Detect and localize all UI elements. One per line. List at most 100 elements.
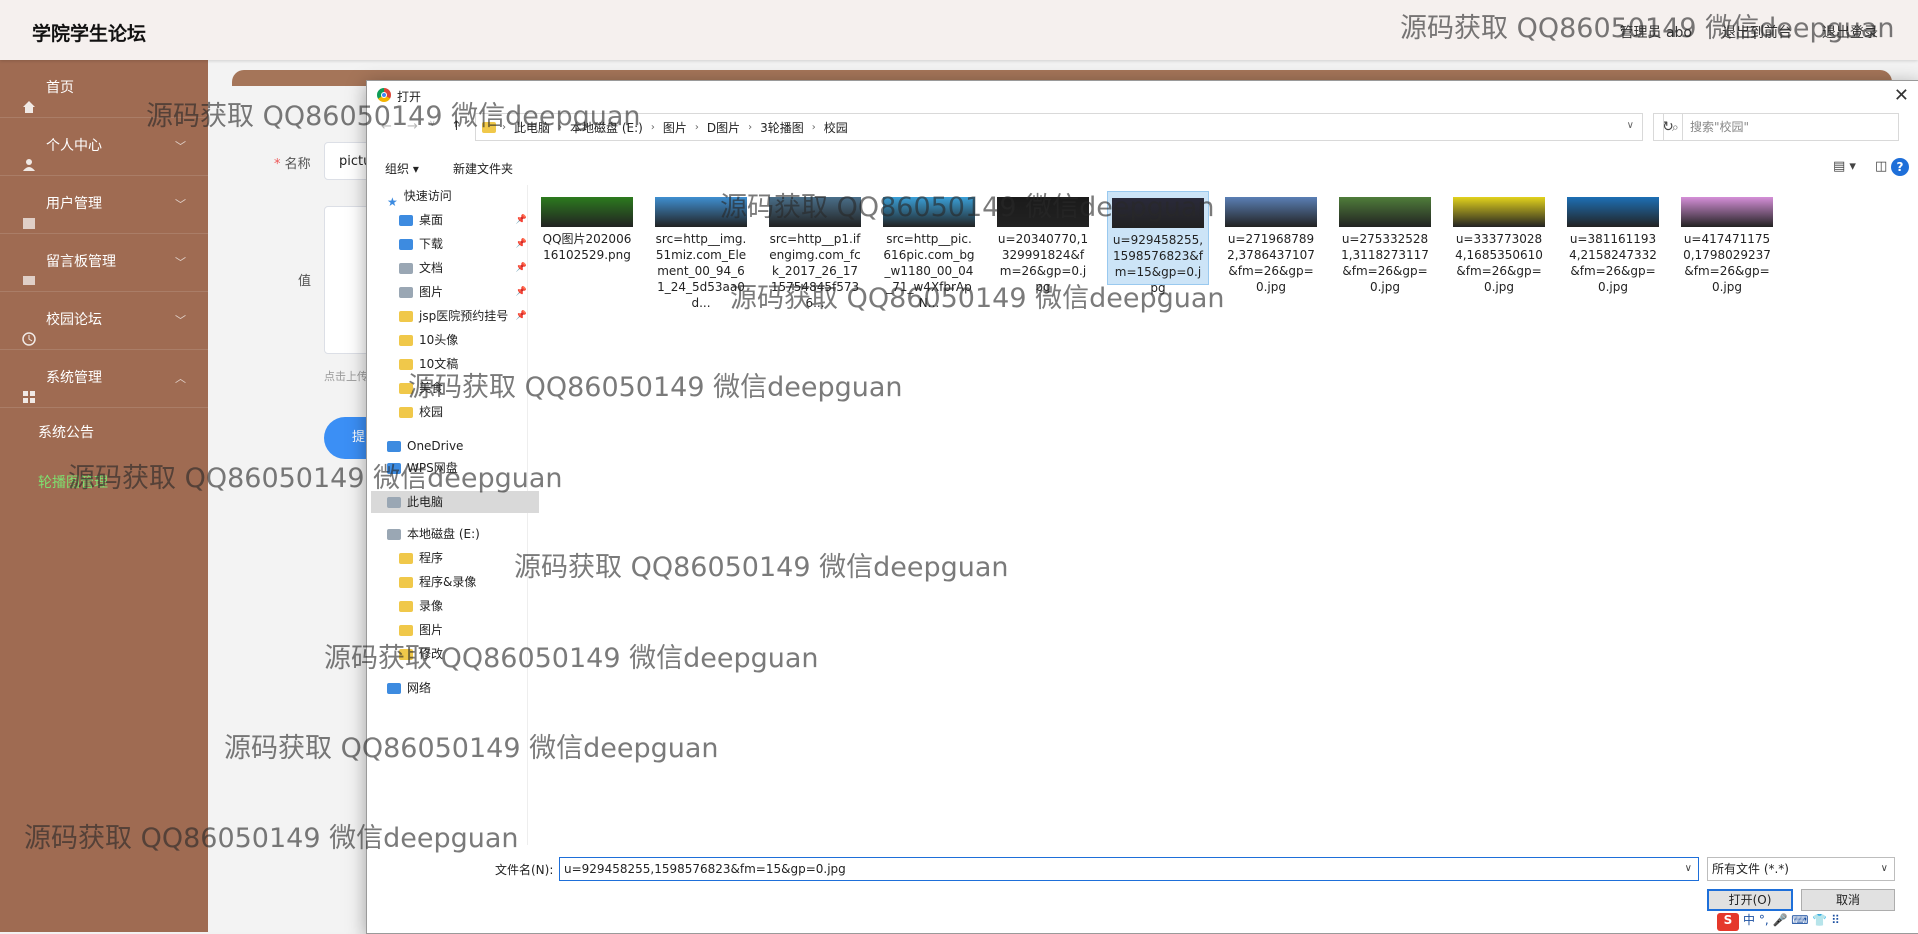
search-input[interactable]: ⌕ 搜索"校园" (1663, 113, 1899, 141)
app-title: 学院学生论坛 (32, 23, 147, 45)
forum-icon (22, 314, 36, 346)
folder-icon (399, 334, 413, 346)
breadcrumb-separator: › (748, 121, 753, 133)
sogou-icon: S (1717, 913, 1739, 931)
sidebar-subitem-announcements[interactable]: 系统公告 (0, 408, 208, 458)
tree-item-label: 程序 (419, 551, 444, 565)
folder-icon (387, 528, 401, 540)
file-item[interactable]: u=2719687892,3786437107&fm=26&gp=0.jpg (1221, 191, 1321, 295)
search-icon: ⌕ (1672, 120, 1679, 134)
folder-icon (399, 576, 413, 588)
home-icon (22, 82, 36, 113)
tree-item-label: 10头像 (419, 333, 459, 347)
tree-item[interactable]: 桌面 📌 (399, 209, 527, 231)
watermark: 源码获取 QQ86050149 微信deepguan (514, 552, 1009, 583)
file-item[interactable]: u=4174711750,1798029237&fm=26&gp=0.jpg (1677, 191, 1777, 295)
folder-icon (399, 238, 413, 250)
sidebar-item-system[interactable]: 系统管理 ︿ (0, 350, 208, 408)
organize-button[interactable]: 组织 ▾ (385, 160, 419, 177)
tree-item[interactable]: 文档 📌 (399, 257, 527, 279)
file-item[interactable]: u=3337730284,1685350610&fm=26&gp=0.jpg (1449, 191, 1549, 295)
chevron-down-icon[interactable]: ∨ (1627, 120, 1634, 131)
watermark: 源码获取 QQ86050149 微信deepguan (1400, 13, 1895, 44)
file-name: u=4174711750,1798029237&fm=26&gp=0.jpg (1683, 232, 1771, 294)
sidebar-item-label: 留言板管理 (46, 254, 116, 270)
file-item[interactable]: u=2753325281,3118273117&fm=26&gp=0.jpg (1335, 191, 1435, 295)
folder-icon (399, 406, 413, 418)
file-name: QQ图片20200616102529.png (542, 232, 632, 262)
folder-icon (387, 682, 401, 694)
filetype-select[interactable]: 所有文件 (*.*) ∨ (1707, 857, 1895, 881)
tree-item[interactable]: 图片 📌 (399, 281, 527, 303)
tree-item-label: OneDrive (407, 439, 464, 453)
message-icon (22, 256, 36, 285)
required-mark: * (274, 157, 281, 172)
sidebar-item-users[interactable]: 用户管理 ﹀ (0, 176, 208, 234)
sidebar-item-label: 用户管理 (46, 196, 102, 212)
file-name: u=3811611934,2158247332&fm=26&gp=0.jpg (1569, 232, 1657, 294)
sidebar-item-label: 首页 (46, 80, 74, 96)
image-thumbnail (541, 197, 633, 227)
breadcrumb-item[interactable]: 3轮播图 (760, 119, 804, 136)
image-thumbnail (1567, 197, 1659, 227)
open-button[interactable]: 打开(O) (1707, 889, 1793, 911)
watermark: 源码获取 QQ86050149 微信deepguan (730, 283, 1225, 314)
tree-item-label: 本地磁盘 (E:) (407, 527, 480, 541)
breadcrumb-item[interactable]: 图片 (663, 119, 687, 136)
pin-icon: 📌 (515, 239, 527, 249)
upload-hint: 点击上传 (324, 370, 368, 383)
preview-pane-icon[interactable]: ◫ (1875, 159, 1887, 174)
sidebar-item-label: 校园论坛 (46, 312, 102, 328)
chevron-down-icon: ﹀ (175, 198, 186, 211)
sidebar-item-messages[interactable]: 留言板管理 ﹀ (0, 234, 208, 292)
cancel-button[interactable]: 取消 (1801, 889, 1895, 911)
tree-item[interactable]: OneDrive (387, 435, 527, 457)
file-name: u=2719687892,3786437107&fm=26&gp=0.jpg (1227, 232, 1315, 294)
breadcrumb-separator: › (694, 121, 699, 133)
tree-item[interactable]: 录像 (399, 595, 527, 617)
sidebar: 首页 个人中心 ﹀ 用户管理 ﹀ 留言板管理 ﹀ 校园论坛 ﹀ 系统管理 ︿ 系… (0, 60, 208, 932)
file-item[interactable]: QQ图片20200616102529.png (537, 191, 637, 263)
tree-item[interactable]: 网络 (387, 677, 527, 699)
folder-icon (399, 310, 413, 322)
breadcrumb-item[interactable]: 校园 (824, 119, 848, 136)
view-options-icon[interactable]: ▤ ▾ (1833, 159, 1856, 174)
tree-item-label: 下载 (419, 237, 444, 251)
help-icon[interactable]: ? (1891, 158, 1909, 176)
tree-item-label: 录像 (419, 599, 444, 613)
ime-toolbar[interactable]: S 中 °, 🎤 ⌨ 👕 ⠿ (1717, 911, 1917, 931)
close-icon[interactable]: ✕ (1894, 85, 1909, 106)
command-bar: 组织 ▾ 新建文件夹 ▤ ▾ ◫ ? (367, 155, 1918, 181)
tree-item-label: 快速访问 (403, 189, 452, 203)
new-folder-button[interactable]: 新建文件夹 (453, 160, 513, 177)
chevron-up-icon: ︿ (175, 372, 186, 385)
folder-icon (387, 496, 401, 508)
folder-icon (399, 552, 413, 564)
folder-icon (399, 600, 413, 612)
tree-item-label: 图片 (419, 285, 444, 299)
grid-icon (22, 372, 36, 403)
sidebar-item-forum[interactable]: 校园论坛 ﹀ (0, 292, 208, 350)
tree-item[interactable]: 程序&录像 (399, 571, 527, 593)
address-bar[interactable]: › 此电脑 › 本地磁盘 (E:) › 图片 › D图片 › 3轮播图 › 校园… (475, 113, 1643, 141)
folder-icon (387, 440, 401, 452)
tree-item[interactable]: ★ 快速访问 (387, 185, 527, 209)
filename-input[interactable]: u=929458255,1598576823&fm=15&gp=0.jpg ∨ (559, 857, 1699, 881)
name-label: 名称 (284, 157, 311, 172)
tree-item[interactable]: jsp医院预约挂号 📌 (399, 305, 527, 327)
watermark: 源码获取 QQ86050149 微信deepguan (24, 823, 519, 854)
tree-item-label: 网络 (407, 681, 432, 695)
tree-item[interactable]: 程序 (399, 547, 527, 569)
watermark: 源码获取 QQ86050149 微信deepguan (68, 463, 563, 494)
folder-icon (399, 286, 413, 298)
breadcrumb-item[interactable]: D图片 (707, 119, 740, 136)
tree-item[interactable]: 本地磁盘 (E:) (387, 523, 527, 545)
file-item[interactable]: u=3811611934,2158247332&fm=26&gp=0.jpg (1563, 191, 1663, 295)
tree-item-label: 校园 (419, 405, 444, 419)
chevron-down-icon[interactable]: ∨ (1685, 858, 1692, 880)
tree-item[interactable]: 下载 📌 (399, 233, 527, 255)
tree-item[interactable]: 10头像 (399, 329, 527, 351)
watermark: 源码获取 QQ86050149 微信deepguan (324, 643, 819, 674)
tree-item[interactable]: 校园 (399, 401, 527, 423)
chevron-down-icon: ﹀ (175, 314, 186, 327)
